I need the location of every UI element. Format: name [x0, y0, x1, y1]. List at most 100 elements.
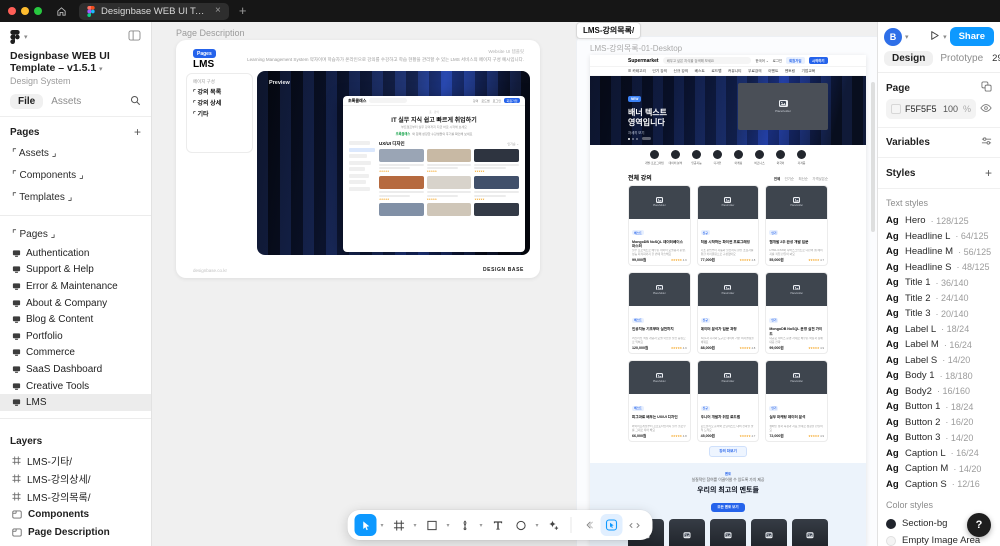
text-style-item[interactable]: Ag Caption M 14/20	[886, 461, 992, 477]
add-page-button[interactable]: +	[134, 125, 141, 139]
course-description: 대규모 서비스 운영 사례로 배우는 확장과 장애 대응 전략	[769, 337, 824, 344]
sidebar-page-group[interactable]: ⌜ Assets ⌟	[0, 142, 151, 164]
chevron-down-icon[interactable]: ▾	[444, 522, 453, 529]
text-style-item[interactable]: Ag Button 1 18/24	[886, 399, 992, 415]
sidebar-page-item[interactable]: LMS	[0, 394, 151, 411]
sidebar-page-item[interactable]: SaaS Dashboard	[0, 361, 151, 378]
tab-design[interactable]: Design	[884, 51, 933, 66]
layer-item[interactable]: LMS-강의상세/	[0, 470, 151, 488]
course-card: Placeholder 베스트 인공지능 기초부터 실전까지 머신러닝 핵심 개…	[628, 272, 691, 354]
code-icon[interactable]	[624, 514, 646, 536]
course-score: 4.9	[683, 258, 687, 262]
close-window-button[interactable]	[8, 7, 16, 15]
text-style-item[interactable]: Ag Headline L 64/125	[886, 229, 992, 245]
text-style-item[interactable]: Ag Title 3 20/140	[886, 306, 992, 322]
sidebar-page-item[interactable]: About & Company	[0, 295, 151, 312]
tab-assets[interactable]: Assets	[46, 94, 86, 109]
text-style-item[interactable]: Ag Body 1 18/180	[886, 368, 992, 384]
text-style-item[interactable]: Ag Headline M 56/125	[886, 244, 992, 260]
text-style-item[interactable]: Ag Headline S 48/125	[886, 260, 992, 276]
color-styles-header: Color styles	[886, 500, 992, 510]
actions-tool[interactable]	[543, 514, 565, 536]
chevron-down-icon[interactable]: ▾	[533, 522, 542, 529]
image-icon	[656, 285, 663, 291]
chevron-down-icon[interactable]: ▾	[477, 522, 486, 529]
text-style-item[interactable]: Ag Label L 18/24	[886, 322, 992, 338]
help-button[interactable]: ?	[967, 513, 991, 537]
sidebar-page-group[interactable]: ⌜ Templates ⌟	[0, 186, 151, 208]
panel-toggle-icon[interactable]	[128, 30, 141, 44]
search-icon[interactable]	[130, 95, 141, 109]
chevron-down-icon[interactable]: ▾	[943, 33, 947, 41]
page-opacity[interactable]: 100	[943, 104, 958, 114]
color-swatch[interactable]	[891, 104, 901, 114]
variables-icon[interactable]	[981, 136, 992, 149]
chevron-down-icon[interactable]: ▾	[905, 33, 909, 41]
text-style-item[interactable]: Ag Title 1 36/140	[886, 275, 992, 291]
page-color-input[interactable]: F5F5F5 100 %	[886, 99, 976, 119]
tab-file[interactable]: File	[10, 94, 43, 109]
sidebar-page-item[interactable]: Error & Maintenance	[0, 278, 151, 295]
text-style-item[interactable]: Ag Caption L 16/24	[886, 446, 992, 462]
pen-tool[interactable]	[454, 514, 476, 536]
text-style-item[interactable]: Ag Title 2 24/140	[886, 291, 992, 307]
sidebar-page-item[interactable]: Commerce	[0, 345, 151, 362]
move-tool[interactable]	[355, 514, 377, 536]
text-style-item[interactable]: Ag Caption S 12/16	[886, 477, 992, 493]
text-style-item[interactable]: Ag Button 2 16/20	[886, 415, 992, 431]
text-style-item[interactable]: Ag Button 3 14/20	[886, 430, 992, 446]
canvas-scrollbar[interactable]	[871, 82, 875, 232]
text-style-item[interactable]: Ag Label S 14/20	[886, 353, 992, 369]
share-button[interactable]: Share	[950, 27, 994, 46]
text-style-item[interactable]: Ag Hero 128/125	[886, 213, 992, 229]
main-menu-button[interactable]: ▾	[10, 30, 28, 44]
sidebar-page-item[interactable]: Creative Tools	[0, 378, 151, 395]
frame-label-page-description[interactable]: Page Description	[176, 28, 245, 38]
window-controls[interactable]	[8, 7, 42, 15]
page-description-frame[interactable]: Pages LMS Website UI 템플릿 Learning Manage…	[176, 40, 540, 278]
home-icon[interactable]	[56, 6, 67, 17]
text-tool[interactable]	[487, 514, 509, 536]
text-style-item[interactable]: Ag Body2 16/160	[886, 384, 992, 400]
new-tab-button[interactable]: +	[239, 5, 247, 17]
course-price: 99,000원	[769, 346, 783, 351]
present-play-icon[interactable]	[929, 30, 940, 44]
file-name-block[interactable]: Designbase WEB UI Template – v1.5.1 ▾ De…	[0, 46, 151, 86]
layer-item[interactable]: Components	[0, 506, 151, 524]
sidebar-page-item[interactable]: Support & Help	[0, 262, 151, 279]
add-style-button[interactable]: +	[985, 166, 992, 180]
sidebar-page-item[interactable]: Blog & Content	[0, 311, 151, 328]
dev-mode-select-icon[interactable]	[601, 514, 623, 536]
minimize-window-button[interactable]	[21, 7, 29, 15]
sidebar-page-group-pages[interactable]: ⌜ Pages ⌟	[0, 223, 151, 245]
layer-item[interactable]: LMS-기타/	[0, 452, 151, 470]
frame-description-text: Learning Management System 약자이며 학습자가 온라인…	[247, 57, 524, 63]
lms-desktop-frame[interactable]: Supermarket 한국어 ⌄ 로그인 회원가입 시작하기 ☰ 카테고리인기…	[590, 55, 866, 546]
avatar[interactable]: B	[884, 28, 902, 46]
shape-tool[interactable]	[421, 514, 443, 536]
layer-item[interactable]: Page Description	[0, 524, 151, 542]
zoom-level[interactable]: 29%	[992, 53, 1000, 64]
frame-label-lms-desktop[interactable]: LMS-강의목록-01-Desktop	[590, 43, 682, 54]
visibility-eye-icon[interactable]	[980, 103, 992, 116]
maximize-window-button[interactable]	[34, 7, 42, 15]
sidebar-page-group[interactable]: ⌜ Components ⌟	[0, 164, 151, 186]
chevron-down-icon[interactable]: ▾	[378, 522, 387, 529]
file-tab[interactable]: Designbase WEB UI Template - v ×	[79, 3, 229, 20]
canvas[interactable]: Page Description Pages LMS Website UI 템플…	[152, 22, 877, 546]
sidebar-page-item[interactable]: Portfolio	[0, 328, 151, 345]
section-chip-lms[interactable]: LMS-강의목록/	[576, 22, 641, 39]
collapse-ui-icon[interactable]	[578, 514, 600, 536]
page-options-icon[interactable]	[981, 81, 992, 95]
frame-tool[interactable]	[388, 514, 410, 536]
sidebar-page-item[interactable]: Authentication	[0, 245, 151, 262]
mock-card-grid: ★★★★★	[379, 149, 519, 201]
layer-item[interactable]: LMS-강의목록/	[0, 488, 151, 506]
text-style-item[interactable]: Ag Label M 16/24	[886, 337, 992, 353]
tab-prototype[interactable]: Prototype	[935, 51, 988, 66]
comment-tool[interactable]	[510, 514, 532, 536]
chevron-down-icon[interactable]: ▾	[411, 522, 420, 529]
category-item: 자격증	[795, 150, 808, 165]
close-tab-icon[interactable]: ×	[215, 6, 221, 16]
page-color-hex[interactable]: F5F5F5	[905, 104, 939, 114]
